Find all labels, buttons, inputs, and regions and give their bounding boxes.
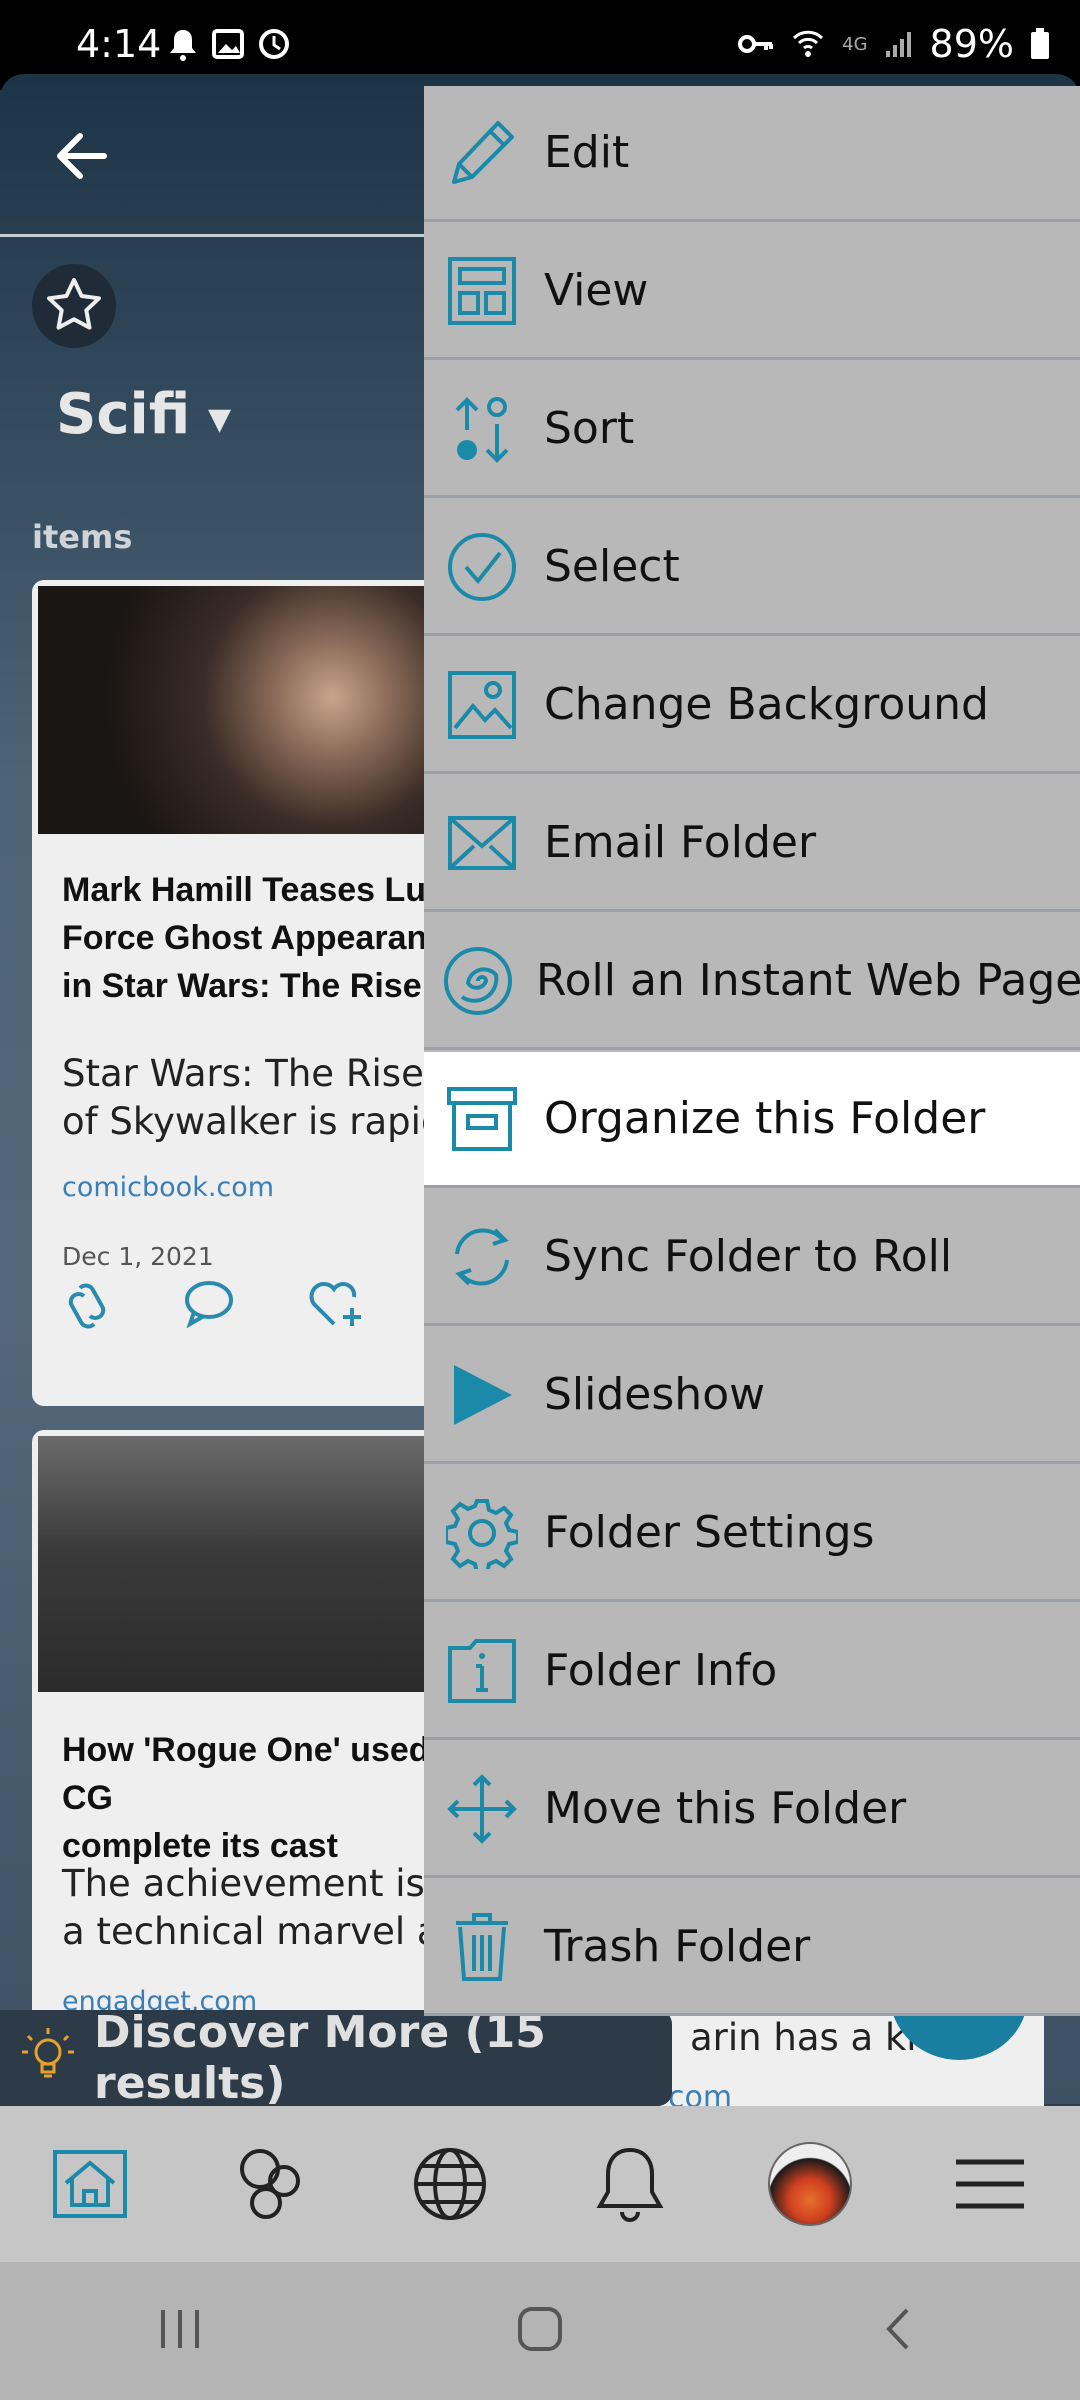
- menu-item-folder-settings[interactable]: Folder Settings: [424, 1466, 1080, 1602]
- menu-label: Trash Folder: [544, 1921, 811, 1972]
- recent-apps-button[interactable]: [155, 2304, 205, 2358]
- nav-profile-button[interactable]: [762, 2136, 858, 2232]
- link-icon[interactable]: [62, 1278, 112, 1338]
- menu-item-move-folder[interactable]: Move this Folder: [424, 1742, 1080, 1878]
- article-summary: The achievement is b a technical marvel …: [62, 1862, 452, 1953]
- items-label: items: [32, 518, 133, 556]
- menu-item-view[interactable]: View: [424, 224, 1080, 360]
- menu-label: Organize this Folder: [544, 1093, 986, 1144]
- article-image: [38, 1436, 452, 1692]
- menu-item-organize-folder[interactable]: Organize this Folder: [424, 1052, 1080, 1188]
- article-summary: Star Wars: The Rise of Skywalker is rapi…: [62, 1052, 452, 1143]
- status-time: 4:14: [76, 22, 162, 66]
- pencil-icon: [442, 113, 522, 193]
- connections-icon: [240, 2149, 300, 2219]
- menu-label: Roll an Instant Web Page: [536, 955, 1080, 1006]
- folder-title[interactable]: Scifi: [56, 382, 190, 447]
- lightbulb-icon: [18, 2024, 78, 2092]
- menu-label: Folder Settings: [544, 1507, 875, 1558]
- menu-item-roll-instant-web-page[interactable]: Roll an Instant Web Page: [424, 914, 1080, 1050]
- play-icon: [442, 1355, 522, 1435]
- gallery-icon: [212, 28, 244, 62]
- sort-icon: [442, 389, 522, 469]
- avatar: [768, 2142, 852, 2226]
- bottom-navigation: [0, 2106, 1080, 2262]
- nav-home-button[interactable]: [42, 2136, 138, 2232]
- article-image: [38, 586, 452, 834]
- check-circle-icon: [442, 527, 522, 607]
- info-icon: [442, 1631, 522, 1711]
- move-arrows-icon: [442, 1769, 522, 1849]
- signal-icon: [884, 29, 914, 59]
- menu-label: Select: [544, 541, 680, 592]
- back-button[interactable]: [50, 126, 110, 186]
- menu-item-select[interactable]: Select: [424, 500, 1080, 636]
- comment-icon[interactable]: [182, 1278, 236, 1338]
- menu-item-change-background[interactable]: Change Background: [424, 638, 1080, 774]
- layout-icon: [442, 251, 522, 331]
- folder-options-menu: Edit View Sort Select Change Background …: [424, 86, 1080, 2016]
- menu-label: View: [544, 265, 649, 316]
- menu-label: Folder Info: [544, 1645, 778, 1696]
- sync-icon: [442, 1217, 522, 1297]
- back-arrow-icon: [57, 133, 107, 179]
- recent-apps-icon: [161, 2310, 199, 2348]
- article-headline[interactable]: Mark Hamill Teases Luke Force Ghost Appe…: [62, 866, 452, 1010]
- menu-item-edit[interactable]: Edit: [424, 86, 1080, 222]
- article-card[interactable]: How 'Rogue One' used CG complete its cas…: [32, 1430, 452, 2030]
- menu-label: Email Folder: [544, 817, 817, 868]
- hamburger-menu-icon: [956, 2159, 1024, 2209]
- menu-item-sort[interactable]: Sort: [424, 362, 1080, 498]
- star-icon: [47, 278, 101, 330]
- bell-icon: [168, 28, 198, 62]
- key-icon: [738, 32, 774, 56]
- wifi-calling-icon: [790, 26, 826, 62]
- clock-icon: [258, 28, 290, 62]
- article-card[interactable]: Mark Hamill Teases Luke Force Ghost Appe…: [32, 580, 452, 1406]
- home-icon: [53, 2150, 127, 2218]
- menu-label: Edit: [544, 127, 630, 178]
- folder-dropdown-icon[interactable]: ▼: [208, 402, 231, 437]
- menu-label: Move this Folder: [544, 1783, 907, 1834]
- menu-item-folder-info[interactable]: Folder Info: [424, 1604, 1080, 1740]
- menu-item-trash-folder[interactable]: Trash Folder: [424, 1880, 1080, 2016]
- nav-explore-button[interactable]: [402, 2136, 498, 2232]
- favorite-button[interactable]: [32, 264, 116, 348]
- nav-menu-button[interactable]: [942, 2136, 1038, 2232]
- envelope-icon: [442, 803, 522, 883]
- menu-item-sync-folder[interactable]: Sync Folder to Roll: [424, 1190, 1080, 1326]
- trash-icon: [442, 1907, 522, 1987]
- menu-item-email-folder[interactable]: Email Folder: [424, 776, 1080, 912]
- battery-icon: [1030, 28, 1050, 60]
- article-source[interactable]: comicbook.com: [62, 1172, 274, 1203]
- article-date: Dec 1, 2021: [62, 1242, 214, 1271]
- menu-label: Slideshow: [544, 1369, 766, 1420]
- image-icon: [442, 665, 522, 745]
- discover-more-bar[interactable]: Discover More (15 results): [0, 2007, 672, 2109]
- spiral-icon: [442, 941, 514, 1021]
- back-chevron-icon: [886, 2308, 909, 2350]
- system-navigation-bar: [0, 2262, 1080, 2400]
- battery-percent: 89%: [929, 22, 1014, 66]
- menu-label: Change Background: [544, 679, 989, 730]
- gear-icon: [442, 1493, 522, 1573]
- back-system-button[interactable]: [875, 2304, 925, 2358]
- article-headline[interactable]: How 'Rogue One' used CG complete its cas…: [62, 1726, 452, 1870]
- bell-icon: [596, 2147, 664, 2222]
- network-label: 4G: [842, 33, 868, 55]
- home-system-button[interactable]: [515, 2304, 565, 2358]
- archive-box-icon: [442, 1079, 522, 1159]
- heart-plus-icon[interactable]: [306, 1278, 366, 1338]
- nav-connections-button[interactable]: [222, 2136, 318, 2232]
- menu-item-slideshow[interactable]: Slideshow: [424, 1328, 1080, 1464]
- menu-label: Sync Folder to Roll: [544, 1231, 953, 1282]
- globe-icon: [414, 2148, 486, 2220]
- menu-label: Sort: [544, 403, 635, 454]
- nav-notifications-button[interactable]: [582, 2136, 678, 2232]
- discover-more-label: Discover More (15 results): [94, 2007, 546, 2109]
- home-square-icon: [518, 2307, 562, 2351]
